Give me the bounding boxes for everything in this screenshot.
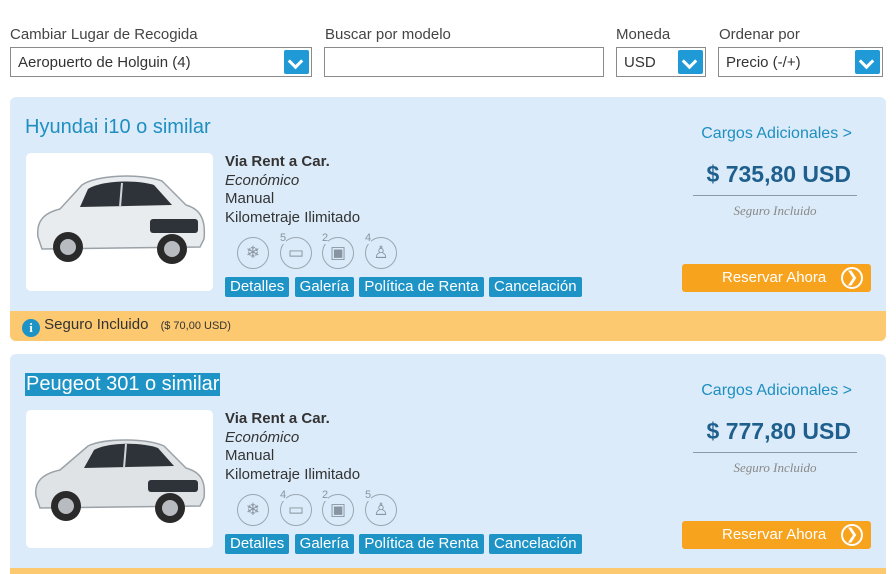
currency-label: Moneda: [616, 26, 671, 43]
car-category: Económico: [225, 428, 300, 446]
currency-value: USD: [624, 54, 656, 71]
car-title[interactable]: Peugeot 301 o similar: [25, 373, 221, 396]
price-divider: [693, 452, 857, 453]
insurance-bar: i: [10, 568, 886, 574]
cancellation-tab[interactable]: Cancelación: [489, 277, 582, 297]
rental-agency: Via Rent a Car.: [225, 410, 330, 427]
book-now-label: Reservar Ahora: [722, 526, 827, 543]
sort-value: Precio (-/+): [726, 54, 801, 71]
book-now-button[interactable]: Reservar Ahora ❯: [682, 264, 871, 292]
snowflake-icon: ❄: [237, 494, 269, 526]
snowflake-icon: ❄: [237, 237, 269, 269]
car-transmission: Manual: [225, 447, 275, 464]
person-icon: 4 ♙: [365, 233, 397, 269]
car-door-icon: 4 ▭: [280, 490, 312, 526]
sort-select[interactable]: Precio (-/+): [718, 47, 883, 77]
chevron-down-icon[interactable]: [855, 50, 880, 74]
details-tab[interactable]: Detalles: [225, 277, 290, 297]
cancellation-tab[interactable]: Cancelación: [489, 534, 582, 554]
car-title[interactable]: Hyundai i10 o similar: [25, 116, 211, 139]
rental-policy-tab[interactable]: Política de Renta: [359, 277, 484, 297]
gallery-tab[interactable]: Galería: [294, 277, 354, 297]
price: $ 777,80 USD: [706, 418, 851, 444]
seat-count: 4: [365, 232, 372, 244]
additional-charges-link[interactable]: Cargos Adicionales >: [701, 382, 852, 400]
car-photo[interactable]: [26, 153, 213, 291]
door-count: 5: [280, 232, 287, 244]
bag-count: 2: [322, 232, 329, 244]
filter-bar: Cambiar Lugar de Recogida Aeropuerto de …: [0, 0, 896, 90]
rental-agency: Via Rent a Car.: [225, 153, 330, 170]
chevron-down-icon[interactable]: [284, 50, 309, 74]
suitcase-icon: 2 ▣: [322, 233, 354, 269]
car-tabs: Detalles Galería Política de Renta Cance…: [225, 277, 583, 297]
insurance-note: Seguro Incluido: [733, 203, 817, 218]
insurance-bar-text: Seguro Incluido: [44, 316, 149, 333]
car-transmission: Manual: [225, 190, 275, 207]
model-search-label: Buscar por modelo: [325, 26, 451, 43]
car-card: Peugeot 301 o similar Via Rent a Car. Ec…: [10, 354, 886, 574]
gallery-tab[interactable]: Galería: [294, 534, 354, 554]
insurance-note: Seguro Incluido: [733, 460, 817, 475]
car-tabs: Detalles Galería Política de Renta Cance…: [225, 534, 583, 554]
car-mileage: Kilometraje Ilimitado: [225, 465, 361, 483]
pickup-location-select[interactable]: Aeropuerto de Holguin (4): [10, 47, 312, 77]
car-details: Via Rent a Car. Económico Manual Kilomet…: [225, 410, 360, 484]
arrow-circle-icon: ❯: [841, 524, 863, 546]
chevron-down-icon[interactable]: [678, 50, 703, 74]
details-tab[interactable]: Detalles: [225, 534, 290, 554]
car-card: Hyundai i10 o similar Via Rent a Car. Ec…: [10, 97, 886, 341]
car-photo[interactable]: [26, 410, 213, 548]
book-now-button[interactable]: Reservar Ahora ❯: [682, 521, 871, 549]
insurance-amount: ($ 70,00 USD): [160, 320, 231, 332]
rental-policy-tab[interactable]: Política de Renta: [359, 534, 484, 554]
pickup-location-value: Aeropuerto de Holguin (4): [18, 54, 191, 71]
info-icon: i: [22, 319, 40, 337]
currency-select[interactable]: USD: [616, 47, 706, 77]
seat-count: 5: [365, 489, 372, 501]
pickup-location-label: Cambiar Lugar de Recogida: [10, 26, 198, 43]
insurance-bar: i Seguro Incluido ($ 70,00 USD): [10, 311, 886, 341]
additional-charges-link[interactable]: Cargos Adicionales >: [701, 125, 852, 143]
car-image: [34, 439, 206, 523]
car-category: Económico: [225, 171, 300, 189]
price: $ 735,80 USD: [706, 161, 851, 187]
car-image: [36, 175, 206, 264]
car-details: Via Rent a Car. Económico Manual Kilomet…: [225, 153, 360, 227]
person-icon: 5 ♙: [365, 490, 397, 526]
suitcase-icon: 2 ▣: [322, 490, 354, 526]
arrow-circle-icon: ❯: [841, 267, 863, 289]
sort-label: Ordenar por: [719, 26, 800, 43]
car-door-icon: 5 ▭: [280, 233, 312, 269]
bag-count: 2: [322, 489, 329, 501]
door-count: 4: [280, 489, 287, 501]
model-search-input[interactable]: [324, 47, 604, 77]
book-now-label: Reservar Ahora: [722, 269, 827, 286]
price-divider: [693, 195, 857, 196]
car-mileage: Kilometraje Ilimitado: [225, 208, 361, 226]
